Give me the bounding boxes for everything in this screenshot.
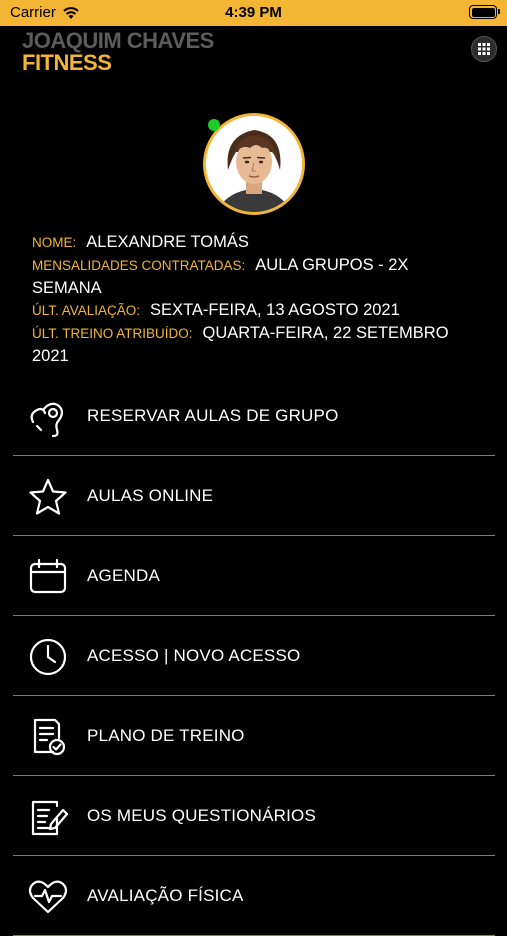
- menu-label-aulas-online: AULAS ONLINE: [87, 485, 214, 505]
- menu-item-aulas-online[interactable]: AULAS ONLINE: [13, 456, 495, 536]
- profile-info: NOME: ALEXANDRE TOMÁS MENSALIDADES CONTRA…: [32, 231, 482, 367]
- name-value: ALEXANDRE TOMÁS: [86, 233, 249, 251]
- clock-icon: [29, 638, 67, 676]
- grid-icon: [478, 43, 490, 55]
- brand-line-1: JOAQUIM CHAVES: [22, 28, 214, 53]
- star-icon: [29, 478, 67, 515]
- status-bar: Carrier 4:39 PM: [0, 0, 507, 26]
- apps-menu-button[interactable]: [471, 36, 497, 62]
- profile-row-last-workout: ÚLT. TREINO ATRIBUÍDO: QUARTA-FEIRA, 22 S…: [32, 322, 482, 367]
- menu-label-questionarios: OS MEUS QUESTIONÁRIOS: [87, 805, 317, 825]
- profile-row-last-assessment: ÚLT. AVALIAÇÃO: SEXTA-FEIRA, 13 AGOSTO 20…: [32, 299, 482, 322]
- main-menu: RESERVAR AULAS DE GRUPO AULAS ONLINE AGE…: [13, 376, 495, 936]
- menu-label-agenda: AGENDA: [87, 565, 160, 585]
- last-workout-label: ÚLT. TREINO ATRIBUÍDO:: [32, 326, 193, 341]
- menu-item-acesso[interactable]: ACESSO | NOVO ACESSO: [13, 616, 495, 696]
- clock: 4:39 PM: [225, 4, 282, 21]
- avatar-illustration: [206, 116, 302, 212]
- online-status-dot: [208, 119, 220, 131]
- last-assessment-value: SEXTA-FEIRA, 13 AGOSTO 2021: [150, 301, 400, 319]
- menu-item-questionarios[interactable]: OS MEUS QUESTIONÁRIOS: [13, 776, 495, 856]
- last-assessment-label: ÚLT. AVALIAÇÃO:: [32, 303, 141, 318]
- name-label: NOME:: [32, 235, 77, 250]
- calendar-icon: [29, 558, 67, 594]
- subscriptions-label: MENSALIDADES CONTRATADAS:: [32, 258, 246, 273]
- menu-label-avaliacao-fisica: AVALIAÇÃO FÍSICA: [87, 885, 244, 905]
- menu-item-plano-treino[interactable]: PLANO DE TREINO: [13, 696, 495, 776]
- battery-icon: [469, 5, 500, 19]
- training-plan-icon: [33, 718, 66, 756]
- menu-item-avaliacao-fisica[interactable]: AVALIAÇÃO FÍSICA: [13, 856, 495, 936]
- brand-line-2: FITNESS: [22, 50, 112, 75]
- questionnaire-icon: [31, 800, 69, 836]
- menu-label-acesso: ACESSO | NOVO ACESSO: [87, 645, 301, 665]
- brand-logo: JOAQUIM CHAVES FITNESS: [22, 30, 214, 74]
- heart-rate-icon: [28, 880, 68, 914]
- menu-item-reservar-aulas[interactable]: RESERVAR AULAS DE GRUPO: [13, 376, 495, 456]
- whistle-icon: [30, 402, 64, 438]
- profile-row-name: NOME: ALEXANDRE TOMÁS: [32, 231, 482, 254]
- profile-row-subscriptions: MENSALIDADES CONTRATADAS: AULA GRUPOS - 2…: [32, 254, 482, 299]
- menu-label-reservar-aulas: RESERVAR AULAS DE GRUPO: [87, 405, 339, 425]
- menu-item-agenda[interactable]: AGENDA: [13, 536, 495, 616]
- menu-label-plano-treino: PLANO DE TREINO: [87, 725, 245, 745]
